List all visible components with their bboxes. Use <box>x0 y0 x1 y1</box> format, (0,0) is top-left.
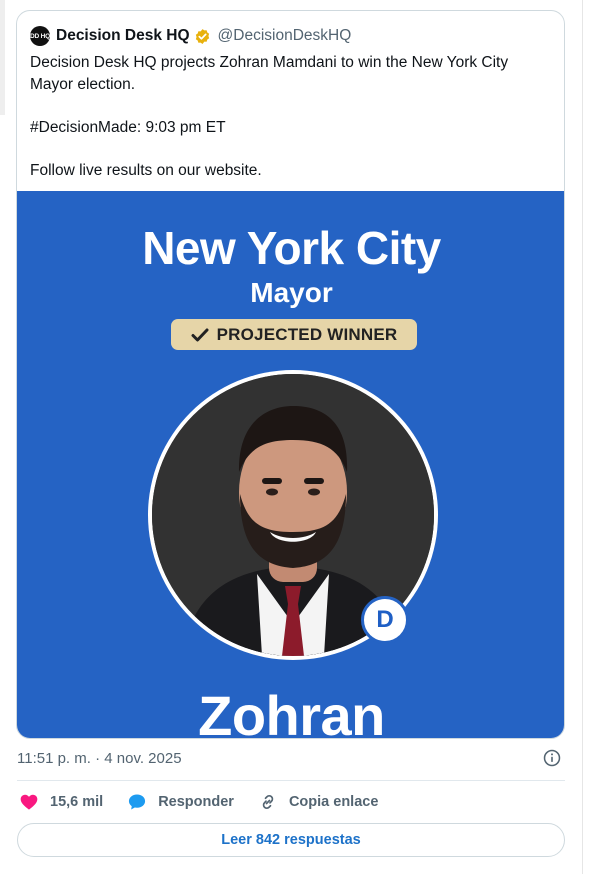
media-title: New York City <box>142 222 441 274</box>
tweet-text-line: Follow live results on our website. <box>30 161 262 179</box>
verified-badge-icon <box>195 28 209 44</box>
reply-bubble-icon <box>129 794 146 810</box>
media-subtitle: Mayor <box>250 277 333 308</box>
author-handle[interactable]: @DecisionDeskHQ <box>218 27 352 45</box>
read-replies-button[interactable]: Leer 842 respuestas <box>17 823 565 857</box>
tweet-card[interactable]: DD HQ Decision Desk HQ @DecisionDeskHQ D… <box>16 10 565 739</box>
reply-label: Responder <box>158 794 234 810</box>
link-icon <box>262 795 274 809</box>
frame-border <box>582 0 583 874</box>
reply-button[interactable]: Responder <box>127 792 234 812</box>
candidate-name: Zohran <box>198 684 385 739</box>
tweet-timestamp[interactable]: 11:51 p. m. · 4 nov. 2025 <box>17 750 182 767</box>
democratic-party-badge: D <box>361 596 409 644</box>
author-name[interactable]: Decision Desk HQ <box>56 27 190 45</box>
like-button[interactable]: 15,6 mil <box>19 792 103 812</box>
copy-link-label: Copia enlace <box>288 794 379 810</box>
tweet-actions-bar: 15,6 mil Responder Copia enlace <box>19 791 402 813</box>
badge-label: PROJECTED WINNER <box>216 324 398 344</box>
checkmark-icon <box>191 328 209 341</box>
copy-link-button[interactable]: Copia enlace <box>258 792 378 812</box>
like-count: 15,6 mil <box>50 794 104 810</box>
projected-winner-badge: PROJECTED WINNER <box>171 319 417 350</box>
tweet-text-line: #DecisionMade: 9:03 pm ET <box>30 118 226 136</box>
author-avatar[interactable]: DD HQ <box>30 26 50 46</box>
logo-text: DD HQ <box>30 32 50 40</box>
page-edge <box>0 0 5 115</box>
info-icon[interactable] <box>543 749 561 767</box>
heart-icon <box>20 794 38 810</box>
tweet-text: Decision Desk HQ projects Zohran Mamdani… <box>30 52 550 181</box>
tweet-text-line: Decision Desk HQ projects Zohran Mamdani… <box>30 54 509 93</box>
tweet-media-image[interactable]: New York City Mayor PROJECTED WINNER D Z… <box>17 191 564 739</box>
tweet-header: DD HQ Decision Desk HQ @DecisionDeskHQ <box>30 25 351 47</box>
divider <box>17 780 565 781</box>
